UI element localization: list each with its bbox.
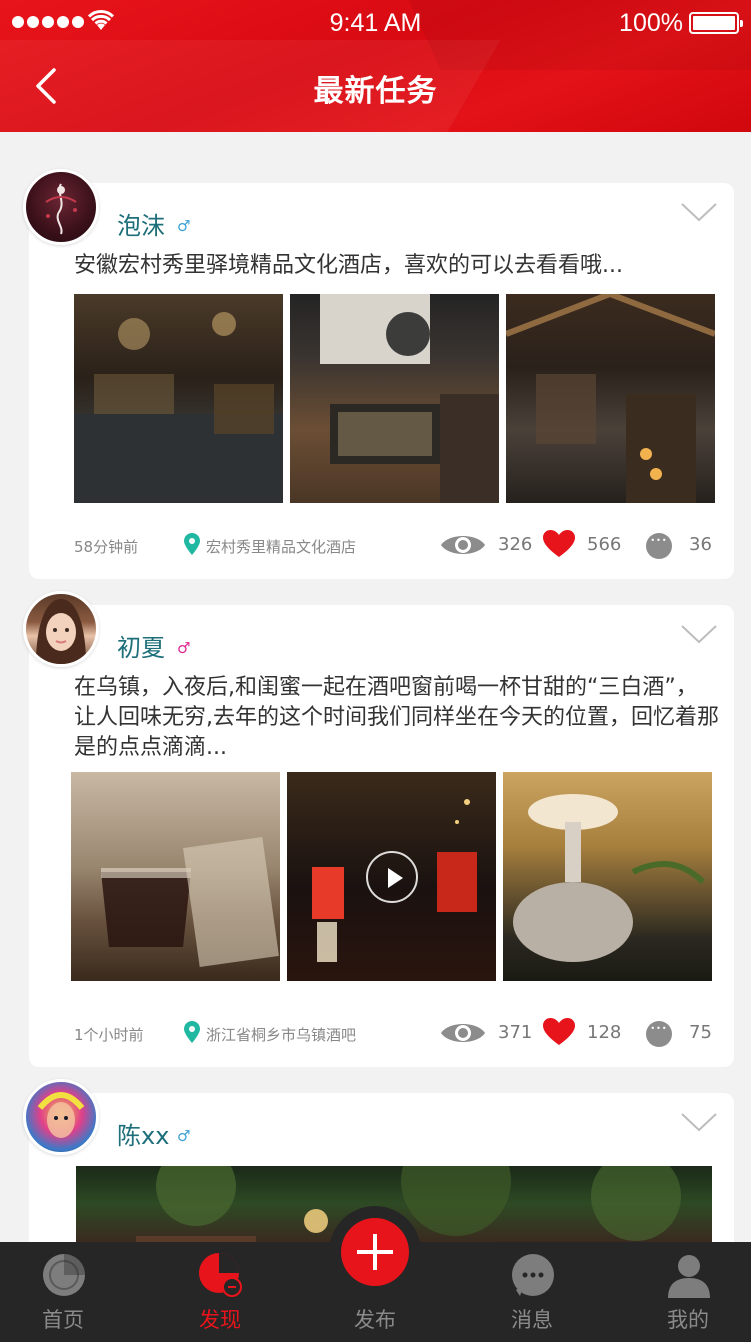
eye-icon [441, 1024, 485, 1042]
post-photo[interactable] [506, 294, 715, 503]
message-icon [512, 1254, 554, 1296]
comment-icon[interactable] [646, 533, 672, 559]
battery-percent: 100% [619, 9, 683, 37]
post-text: 在乌镇，入夜后,和闺蜜一起在酒吧窗前喝一杯甘甜的“三白酒”，让人回味无穷,去年的… [74, 675, 719, 760]
post-location[interactable]: 浙江省桐乡市乌镇酒吧 [206, 1024, 356, 1045]
view-count: 371 [498, 1022, 533, 1043]
comment-count: 36 [689, 534, 712, 555]
post-meta: 58分钟前 宏村秀里精品文化酒店 326 566 36 [74, 530, 714, 560]
heart-icon[interactable] [543, 1018, 575, 1046]
plus-icon [341, 1218, 409, 1286]
post-time: 58分钟前 [74, 538, 139, 556]
tab-home-label: 首页 [42, 1308, 84, 1332]
post-photo[interactable] [503, 772, 712, 981]
post-location[interactable]: 宏村秀里精品文化酒店 [206, 536, 356, 557]
post-card[interactable]: 泡沫 ♂ 安徽宏村秀里驿境精品文化酒店，喜欢的可以去看看哦... 58分钟前 宏… [23, 169, 734, 579]
gender-male-icon: ♂ [177, 217, 191, 235]
comment-icon[interactable] [646, 1021, 672, 1047]
header-bar: 9:41 AM 100% 最新任务 [0, 0, 751, 132]
location-pin-icon [184, 533, 200, 555]
post-video[interactable] [287, 772, 496, 981]
location-pin-icon [184, 1021, 200, 1043]
tab-discover-label: 发现 [199, 1308, 241, 1332]
tab-mine-label: 我的 [667, 1308, 709, 1332]
view-count: 326 [498, 534, 533, 555]
post-photo[interactable] [71, 772, 280, 981]
avatar-illustration [45, 183, 77, 235]
eye-icon [441, 536, 485, 554]
post-photo[interactable] [290, 294, 499, 503]
chevron-down-icon[interactable] [680, 201, 718, 223]
status-bar: 9:41 AM 100% [0, 0, 751, 44]
gender-male-icon: ♂ [177, 1127, 191, 1145]
chevron-down-icon[interactable] [680, 1111, 718, 1133]
user-avatar[interactable] [23, 1079, 99, 1155]
post-card[interactable]: 初夏 ♂ 在乌镇，入夜后,和闺蜜一起在酒吧窗前喝一杯甘甜的“三白酒”，让人回味无… [23, 591, 734, 1067]
user-name[interactable]: 泡沫 [117, 206, 165, 241]
user-name[interactable]: 陈xx [117, 1116, 169, 1151]
gender-female-icon: ♂ [177, 639, 191, 657]
user-avatar[interactable] [23, 169, 99, 245]
heart-icon[interactable] [543, 530, 575, 558]
avatar-art [37, 1092, 85, 1138]
home-icon [43, 1254, 85, 1296]
post-text: 安徽宏村秀里驿境精品文化酒店，喜欢的可以去看看哦... [74, 253, 623, 278]
tab-messages[interactable]: 消息 [472, 1242, 592, 1342]
page-title: 最新任务 [313, 74, 438, 109]
tab-home[interactable]: 首页 [3, 1242, 123, 1342]
post-meta: 1个小时前 浙江省桐乡市乌镇酒吧 371 128 75 [74, 1018, 714, 1048]
avatar-portrait [36, 599, 86, 664]
tab-bar: 首页 发现 发布 消息 我的 [0, 1206, 751, 1342]
like-count: 566 [587, 534, 622, 555]
battery-icon [689, 12, 743, 34]
tab-messages-label: 消息 [511, 1308, 553, 1332]
discover-icon [199, 1253, 242, 1297]
tab-publish-label: 发布 [354, 1308, 396, 1332]
play-icon[interactable] [365, 850, 418, 903]
user-avatar[interactable] [23, 591, 99, 667]
tab-mine[interactable]: 我的 [628, 1242, 748, 1342]
user-icon [668, 1255, 710, 1298]
tab-discover[interactable]: 发现 [160, 1242, 280, 1342]
feed-list[interactable]: 泡沫 ♂ 安徽宏村秀里驿境精品文化酒店，喜欢的可以去看看哦... 58分钟前 宏… [0, 132, 751, 1242]
tab-publish[interactable]: 发布 [315, 1206, 435, 1342]
publish-button[interactable] [329, 1206, 421, 1298]
post-time: 1个小时前 [74, 1026, 144, 1044]
comment-count: 75 [689, 1022, 712, 1043]
post-photo[interactable] [74, 294, 283, 503]
user-name[interactable]: 初夏 [117, 628, 165, 663]
chevron-down-icon[interactable] [680, 623, 718, 645]
like-count: 128 [587, 1022, 622, 1043]
